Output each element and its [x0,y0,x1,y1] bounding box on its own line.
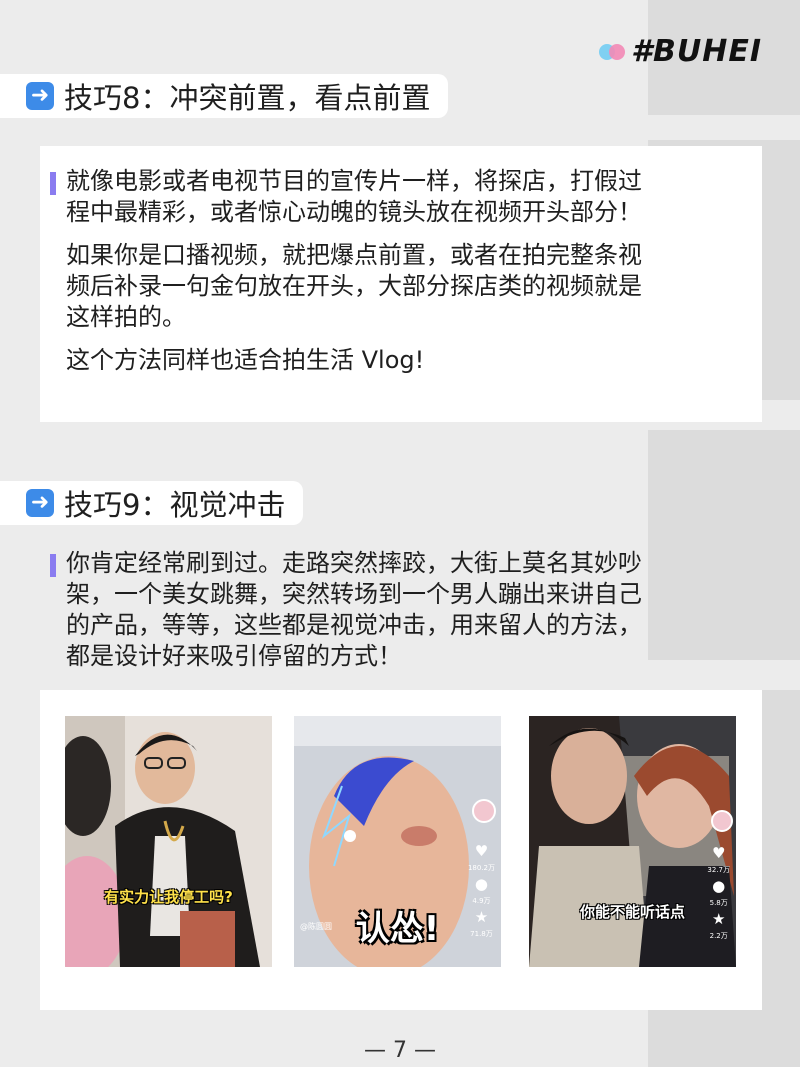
tip8-paragraph-1: 就像电影或者电视节目的宣传片一样，将探店，打假过 程中最精彩，或者惊心动魄的镜头… [50,166,746,228]
likes-count: 32.7万 [707,866,730,874]
tip9-paragraph: 你肯定经常刷到过。走路突然摔跤，大街上莫名其妙吵 架，一个美女跳舞，突然转场到一… [50,548,746,672]
example-screenshots: 有实力让我停工吗? 认怂! @陈圆圆 ♥ 180.2万 ● 4.9万 ★ 71.… [40,690,762,1010]
photo-1-caption: 有实力让我停工吗? [104,888,233,906]
brand-logo: #BUHEI [599,34,762,69]
photo-2-handle: @陈圆圆 [300,922,332,931]
tip8-paragraph-3: 这个方法同样也适合拍生活 Vlog! [66,346,425,374]
tip8-paragraph-2: 如果你是口播视频，就把爆点前置，或者在拍完整条视 频后补录一句金句放在开头，大部… [66,241,642,331]
comments-count: 4.9万 [472,897,491,905]
example-photo-3[interactable]: 你能不能听话点 ♥ 32.7万 ● 5.8万 ★ 2.2万 [529,716,736,967]
accent-bar [50,554,56,577]
arrow-right-icon: ➜ [26,489,54,517]
tip9-heading-text: 技巧9：视觉冲击 [64,488,286,522]
tip8-card: 就像电影或者电视节目的宣传片一样，将探店，打假过 程中最精彩，或者惊心动魄的镜头… [40,146,762,422]
stars-count: 2.2万 [709,932,728,940]
heart-icon: ♥ [474,842,489,860]
tip9-text: 你肯定经常刷到过。走路突然摔跤，大街上莫名其妙吵 架，一个美女跳舞，突然转场到一… [50,548,746,672]
tip8-heading-text: 技巧8：冲突前置，看点前置 [64,81,431,115]
arrow-right-icon: ➜ [26,82,54,110]
star-icon: ★ [711,910,726,928]
example-photo-1[interactable]: 有实力让我停工吗? [65,716,272,967]
heart-icon: ♥ [711,844,726,862]
example-photo-2[interactable]: 认怂! @陈圆圆 ♥ 180.2万 ● 4.9万 ★ 71.8万 [294,716,501,967]
page-number: — 7 — [364,1038,436,1063]
logo-dots-icon [599,43,626,61]
photo-2-side-actions: ♥ 180.2万 ● 4.9万 ★ 71.8万 [468,844,495,939]
stars-count: 71.8万 [470,930,493,938]
photo-3-illustration [529,716,736,967]
photo-3-side-actions: ♥ 32.7万 ● 5.8万 ★ 2.2万 [707,846,730,941]
star-icon: ★ [474,908,489,926]
comments-count: 5.8万 [709,899,728,907]
accent-bar [50,172,56,195]
photo-3-caption: 你能不能听话点 [579,903,685,921]
comment-icon: ● [712,877,726,895]
tip8-heading: ➜ 技巧8：冲突前置，看点前置 [0,74,449,118]
photo-1-illustration [65,716,272,967]
logo-text: #BUHEI [631,34,762,69]
likes-count: 180.2万 [467,864,495,872]
comment-icon: ● [474,875,489,893]
tip9-heading: ➜ 技巧9：视觉冲击 [0,481,304,525]
